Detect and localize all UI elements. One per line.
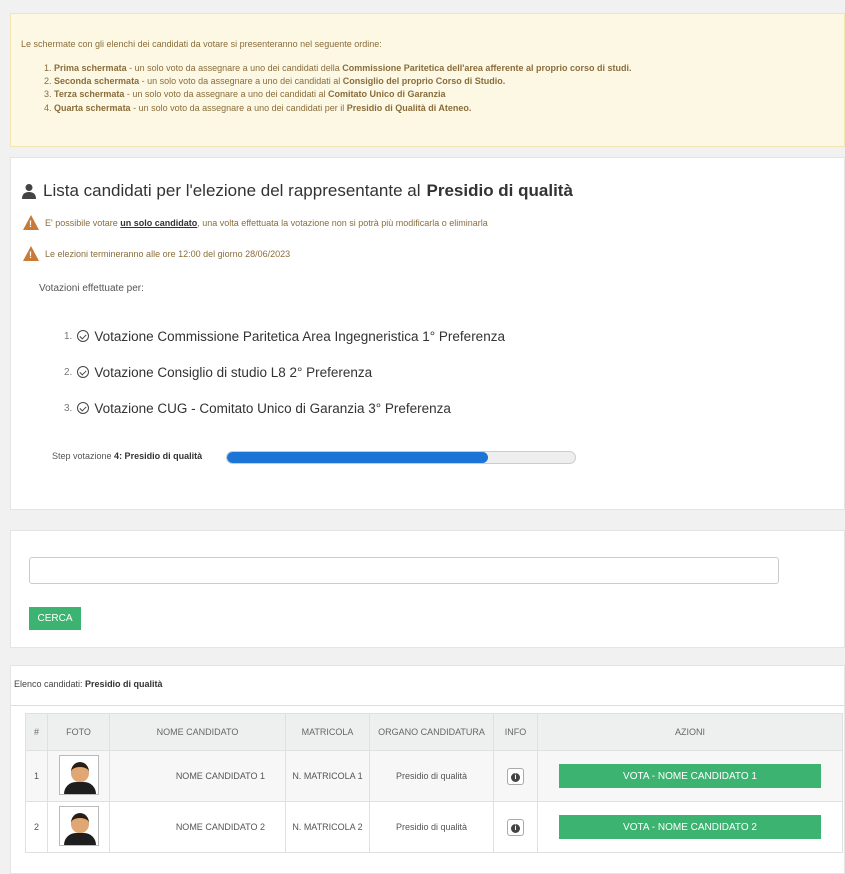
check-circle-icon — [77, 330, 90, 342]
candidates-table: # FOTO NOME CANDIDATO MATRICOLA ORGANO C… — [25, 713, 843, 853]
candidates-list-header: Elenco candidati: Presidio di qualità — [11, 666, 844, 706]
step-name: : Presidio di qualità — [119, 451, 203, 461]
warning-triangle-icon — [23, 246, 39, 261]
info-icon: i — [511, 823, 520, 833]
table-row: 2 NOME CANDIDATO 2 N. MATRICOLA 2 Presid… — [25, 801, 843, 853]
deadline-text: Le elezioni termineranno alle ore 12:00 … — [45, 248, 291, 259]
row-info: i — [493, 801, 538, 853]
col-header-actions: AZIONI — [537, 713, 843, 751]
search-button[interactable]: CERCA — [29, 607, 81, 630]
order-item-text: - un solo voto da assegnare a uno dei ca… — [126, 63, 343, 73]
order-list: 1. Prima schermata - un solo voto da ass… — [44, 62, 631, 115]
user-icon — [22, 184, 36, 199]
col-header-info: INFO — [493, 713, 538, 751]
step-label: Step votazione 4: Presidio di qualità — [52, 451, 202, 461]
order-item-text: - un solo voto da assegnare a uno dei ca… — [124, 89, 329, 100]
order-item-4: 4. Quarta schermata - un solo voto da as… — [44, 102, 631, 115]
candidate-organo: Presidio di qualità — [369, 801, 494, 853]
row-info: i — [493, 750, 538, 802]
order-notice-intro: Le schermate con gli elenchi dei candida… — [21, 39, 382, 49]
row-photo — [47, 750, 110, 802]
info-button[interactable]: i — [507, 818, 524, 836]
order-item-num: 1. — [44, 63, 52, 73]
col-header-photo: FOTO — [47, 713, 110, 751]
order-item-3: 3. Terza schermata - un solo voto da ass… — [44, 88, 631, 101]
vote-done-item: 1. Votazione Commissione Paritetica Area … — [64, 318, 505, 354]
vote-done-text: Votazione CUG - Comitato Unico di Garanz… — [94, 400, 451, 416]
vote-done-num: 2. — [64, 366, 73, 378]
deadline-warning: Le elezioni termineranno alle ore 12:00 … — [23, 246, 290, 261]
step-progress-fill — [227, 452, 488, 463]
col-header-name: NOME CANDIDATO — [109, 713, 286, 751]
candidate-name: NOME CANDIDATO 2 — [109, 801, 286, 853]
candidate-organo: Presidio di qualità — [369, 750, 494, 802]
vote-done-num: 3. — [64, 402, 73, 414]
row-actions: VOTA - NOME CANDIDATO 2 — [537, 801, 843, 853]
candidate-matricola: N. MATRICOLA 2 — [285, 801, 370, 853]
col-header-number: # — [25, 713, 48, 751]
single-candidate-link[interactable]: un solo candidato — [120, 218, 197, 228]
vote-done-item: 2. Votazione Consiglio di studio L8 2° Pr… — [64, 354, 505, 390]
vote-done-item: 3. Votazione CUG - Comitato Unico di Gara… — [64, 390, 505, 426]
order-item-num: 2. — [44, 76, 52, 87]
order-item-title: Terza schermata — [54, 89, 125, 100]
candidate-avatar — [58, 806, 99, 846]
search-panel: CERCA — [10, 530, 845, 648]
row-actions: VOTA - NOME CANDIDATO 1 — [537, 750, 843, 802]
votes-done-list: 1. Votazione Commissione Paritetica Area … — [64, 318, 505, 426]
col-header-organo: ORGANO CANDIDATURA — [369, 713, 494, 751]
row-photo — [47, 801, 110, 853]
order-notice: Le schermate con gli elenchi dei candida… — [10, 13, 845, 147]
vote-done-text: Votazione Commissione Paritetica Area In… — [94, 328, 505, 344]
order-item-body: Commissione Paritetica dell'area afferen… — [342, 63, 632, 73]
page-title: Lista candidati per l'elezione del rappr… — [21, 181, 573, 201]
order-item-body: Presidio di Qualità di Ateneo. — [346, 102, 472, 113]
order-item-title: Quarta schermata — [54, 102, 131, 113]
warning-text: E' possibile votare — [45, 217, 121, 228]
info-icon: i — [511, 772, 520, 782]
vote-done-num: 1. — [64, 330, 73, 342]
table-header-row: # FOTO NOME CANDIDATO MATRICOLA ORGANO C… — [25, 713, 843, 751]
vote-button[interactable]: VOTA - NOME CANDIDATO 2 — [559, 815, 821, 839]
candidates-list-category: Presidio di qualità — [85, 679, 163, 689]
candidate-avatar — [58, 755, 99, 795]
vote-done-text: Votazione Consiglio di studio L8 2° Pref… — [94, 364, 373, 380]
warning-text: , una volta effettuata la votazione non … — [197, 217, 488, 228]
info-button[interactable]: i — [507, 767, 524, 785]
step-progress-bar — [226, 451, 576, 464]
order-item-text: - un solo voto da assegnare a uno dei ca… — [139, 76, 343, 87]
check-circle-icon — [77, 402, 90, 414]
row-number: 1 — [25, 750, 48, 802]
candidate-matricola: N. MATRICOLA 1 — [285, 750, 370, 802]
order-item-title: Prima schermata — [54, 63, 127, 73]
votes-done-label: Votazioni effettuate per: — [39, 283, 144, 294]
order-item-num: 3. — [44, 89, 52, 100]
order-item-2: 2. Seconda schermata - un solo voto da a… — [44, 75, 631, 88]
warning-triangle-icon — [23, 215, 39, 230]
candidates-panel: Elenco candidati: Presidio di qualità # … — [10, 665, 845, 874]
step-label-text: Step votazione — [52, 451, 115, 461]
candidates-list-label: Elenco candidati: — [14, 679, 86, 689]
check-circle-icon — [77, 366, 90, 378]
single-vote-warning: E' possibile votare un solo candidato, u… — [23, 215, 488, 230]
order-item-body: Comitato Unico di Garanzia — [328, 89, 446, 100]
candidate-name: NOME CANDIDATO 1 — [109, 750, 286, 802]
table-row: 1 NOME CANDIDATO 1 N. MATRICOLA 1 Presid… — [25, 750, 843, 802]
order-item-num: 4. — [44, 102, 52, 113]
order-item-title: Seconda schermata — [54, 76, 140, 87]
page-title-bold: Presidio di qualità — [426, 181, 573, 200]
page-title-text: Lista candidati per l'elezione del rappr… — [43, 181, 421, 200]
order-item-body: Consiglio del proprio Corso di Studio. — [342, 76, 506, 87]
order-item-1: 1. Prima schermata - un solo voto da ass… — [44, 62, 631, 75]
election-panel: Lista candidati per l'elezione del rappr… — [10, 157, 845, 510]
col-header-matricola: MATRICOLA — [285, 713, 370, 751]
vote-button[interactable]: VOTA - NOME CANDIDATO 1 — [559, 764, 821, 788]
order-item-text: - un solo voto da assegnare a uno dei ca… — [130, 102, 347, 113]
row-number: 2 — [25, 801, 48, 853]
search-input[interactable] — [29, 557, 779, 584]
